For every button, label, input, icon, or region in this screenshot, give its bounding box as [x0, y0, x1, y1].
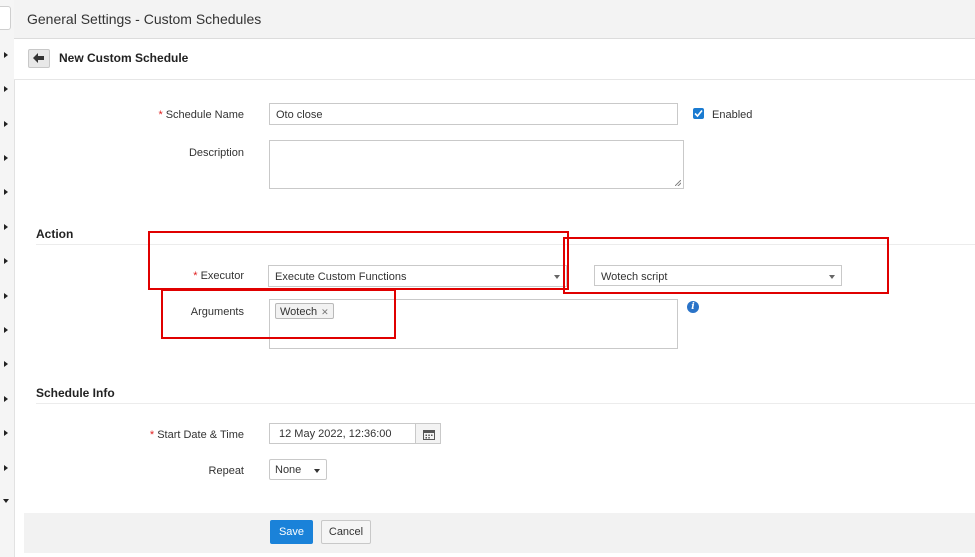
- repeat-label: Repeat: [208, 465, 244, 477]
- cancel-button[interactable]: Cancel: [321, 520, 371, 544]
- arguments-label: Arguments: [190, 306, 244, 318]
- page-title: General Settings - Custom Schedules: [27, 11, 262, 27]
- left-nav-strip: [0, 0, 15, 557]
- arrow-left-icon: [33, 53, 44, 63]
- section-divider: [36, 403, 975, 404]
- enabled-checkbox[interactable]: [693, 108, 704, 119]
- resize-handle[interactable]: [675, 180, 681, 186]
- nav-expand-arrow-icon[interactable]: [4, 465, 8, 471]
- start-date-input[interactable]: 12 May 2022, 12:36:00: [269, 423, 416, 444]
- nav-expand-arrow-icon[interactable]: [4, 155, 8, 161]
- description-label: Description: [188, 147, 244, 159]
- calendar-icon: [423, 430, 435, 440]
- enabled-label: Enabled: [712, 109, 753, 121]
- argument-tag: Wotech ✕: [275, 303, 334, 319]
- nav-expand-arrow-icon[interactable]: [4, 189, 8, 195]
- nav-expand-arrow-icon[interactable]: [4, 52, 8, 58]
- nav-collapse-arrow-icon[interactable]: [3, 499, 9, 503]
- executor-label: * Executor: [193, 270, 244, 282]
- function-select[interactable]: Wotech script: [594, 265, 842, 286]
- chevron-down-icon: [829, 275, 835, 279]
- schedule-name-input[interactable]: Oto close: [269, 103, 678, 125]
- arguments-input[interactable]: Wotech ✕: [269, 299, 678, 349]
- nav-expand-arrow-icon[interactable]: [4, 121, 8, 127]
- nav-expand-arrow-icon[interactable]: [4, 258, 8, 264]
- info-icon[interactable]: i: [687, 301, 699, 313]
- close-icon[interactable]: ✕: [321, 307, 329, 317]
- calendar-button[interactable]: [415, 423, 441, 444]
- repeat-dropdown[interactable]: None: [269, 459, 327, 480]
- start-date-label: * Start Date & Time: [149, 429, 244, 441]
- subheader: New Custom Schedule: [14, 39, 975, 80]
- form-title: New Custom Schedule: [59, 51, 189, 65]
- nav-collapse-handle[interactable]: [0, 6, 11, 30]
- schedule-info-section-title: Schedule Info: [36, 386, 115, 400]
- nav-expand-arrow-icon[interactable]: [4, 224, 8, 230]
- check-icon: [694, 109, 703, 118]
- required-marker: *: [158, 109, 163, 121]
- executor-select[interactable]: Execute Custom Functions: [268, 265, 567, 287]
- chevron-down-icon: [314, 469, 320, 473]
- form-footer: Save Cancel: [24, 513, 975, 553]
- nav-expand-arrow-icon[interactable]: [4, 86, 8, 92]
- chevron-down-icon: [554, 275, 560, 279]
- back-button[interactable]: [28, 49, 50, 68]
- save-button[interactable]: Save: [270, 520, 313, 544]
- nav-expand-arrow-icon[interactable]: [4, 327, 8, 333]
- nav-expand-arrow-icon[interactable]: [4, 361, 8, 367]
- description-textarea[interactable]: [269, 140, 684, 189]
- nav-expand-arrow-icon[interactable]: [4, 396, 8, 402]
- section-divider: [36, 244, 975, 245]
- schedule-name-label: * Schedule Name: [158, 109, 244, 121]
- nav-expand-arrow-icon[interactable]: [4, 430, 8, 436]
- required-marker: *: [149, 429, 155, 441]
- action-section-title: Action: [36, 227, 74, 241]
- required-marker: *: [193, 270, 198, 282]
- nav-expand-arrow-icon[interactable]: [4, 293, 8, 299]
- page-header: General Settings - Custom Schedules: [14, 0, 975, 39]
